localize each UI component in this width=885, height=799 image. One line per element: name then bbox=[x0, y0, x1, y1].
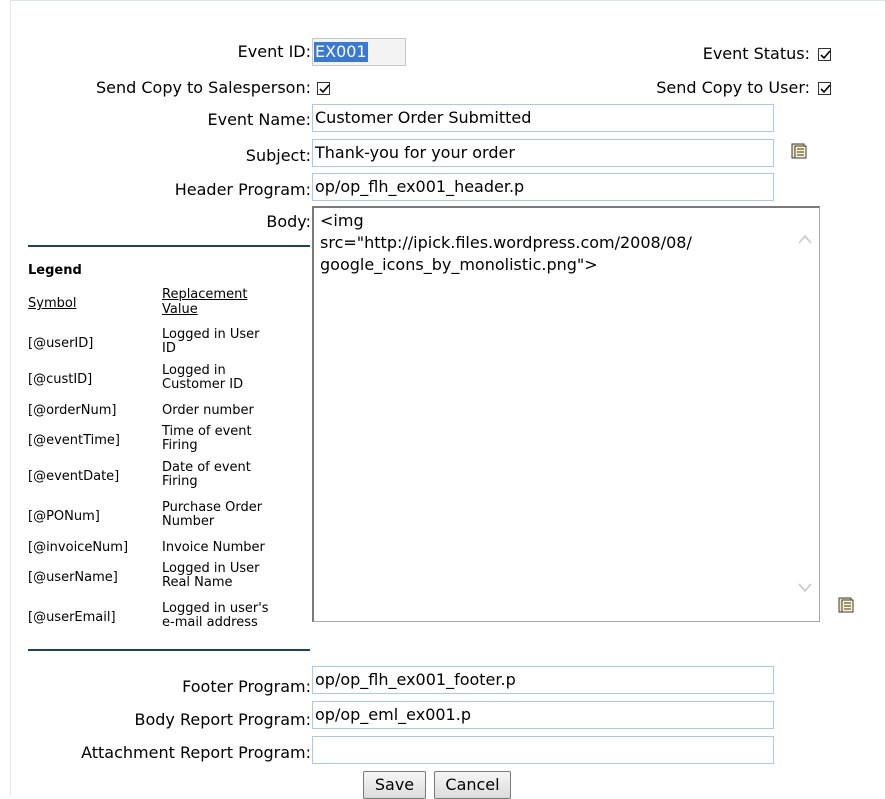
event-status-checkbox[interactable] bbox=[818, 48, 831, 61]
body-label: Body: bbox=[266, 212, 311, 231]
legend-value-line1: Date of event bbox=[162, 460, 251, 475]
attachment-report-program-label: Attachment Report Program: bbox=[81, 743, 311, 762]
scroll-down-icon[interactable] bbox=[797, 583, 813, 593]
send-copy-salesperson-checkbox[interactable] bbox=[317, 82, 330, 95]
footer-program-input[interactable]: op/op_flh_ex001_footer.p bbox=[312, 666, 774, 694]
legend-bottom-separator bbox=[28, 649, 310, 651]
legend-value-line2: Number bbox=[162, 514, 215, 529]
send-copy-user-checkbox[interactable] bbox=[818, 82, 831, 95]
legend-value-line1: Time of event bbox=[162, 424, 252, 439]
legend-value-line2: Real Name bbox=[162, 575, 233, 590]
legend-symbol: [@eventDate] bbox=[28, 469, 120, 484]
checkmark-icon bbox=[319, 84, 330, 94]
edit-document-icon[interactable] bbox=[838, 597, 854, 613]
body-report-program-input[interactable]: op/op_eml_ex001.p bbox=[312, 701, 774, 729]
legend-symbol-header: Symbol bbox=[28, 296, 77, 311]
header-program-input[interactable]: op/op_flh_ex001_header.p bbox=[312, 173, 774, 201]
legend-value-line2: Firing bbox=[162, 474, 198, 489]
legend-value-line2: Firing bbox=[162, 438, 198, 453]
scroll-up-icon[interactable] bbox=[797, 234, 813, 244]
left-border bbox=[10, 0, 11, 795]
top-border bbox=[10, 0, 885, 1]
event-name-label: Event Name: bbox=[207, 110, 311, 129]
send-copy-salesperson-label: Send Copy to Salesperson: bbox=[95, 78, 311, 97]
legend-symbol: [@userID] bbox=[28, 336, 94, 351]
legend-symbol: [@eventTime] bbox=[28, 433, 120, 448]
edit-document-icon[interactable] bbox=[791, 143, 807, 159]
header-program-label: Header Program: bbox=[174, 180, 311, 199]
body-report-program-label: Body Report Program: bbox=[134, 710, 312, 729]
footer-program-label: Footer Program: bbox=[182, 677, 311, 696]
legend-value-line1: Logged in bbox=[162, 363, 226, 378]
legend-symbol: [@orderNum] bbox=[28, 403, 117, 418]
legend-value-line2: ID bbox=[162, 341, 176, 356]
event-name-input[interactable]: Customer Order Submitted bbox=[312, 104, 774, 132]
subject-input[interactable]: Thank-you for your order bbox=[312, 139, 774, 167]
legend-top-separator bbox=[28, 245, 310, 247]
legend-symbol: [@PONum] bbox=[28, 509, 100, 524]
event-status-label: Event Status: bbox=[702, 44, 810, 63]
legend-replacement-header-2: Value bbox=[162, 302, 198, 317]
checkmark-icon bbox=[820, 84, 831, 94]
subject-label: Subject: bbox=[245, 146, 311, 165]
legend-value-line1: Logged in User bbox=[162, 561, 260, 576]
body-text: <img src="http://ipick.files.wordpress.c… bbox=[320, 211, 692, 274]
legend-title: Legend bbox=[28, 263, 82, 278]
legend-value-line1: Invoice Number bbox=[162, 540, 265, 555]
legend-value-line2: e-mail address bbox=[162, 615, 258, 630]
event-id-value: EX001 bbox=[314, 42, 368, 62]
body-textarea[interactable]: <img src="http://ipick.files.wordpress.c… bbox=[312, 206, 820, 622]
event-id-label: Event ID: bbox=[237, 42, 311, 61]
legend-value-line1: Logged in user's bbox=[162, 601, 269, 616]
legend-value-line1: Purchase Order bbox=[162, 500, 263, 515]
send-copy-user-label: Send Copy to User: bbox=[656, 78, 810, 97]
checkmark-icon bbox=[820, 50, 831, 60]
legend-symbol: [@userName] bbox=[28, 570, 118, 585]
legend-replacement-header-1: Replacement bbox=[162, 287, 248, 302]
event-id-field[interactable]: EX001 bbox=[312, 38, 406, 66]
legend-symbol: [@userEmail] bbox=[28, 610, 116, 625]
legend-value-line2: Customer ID bbox=[162, 377, 244, 392]
legend-symbol: [@custID] bbox=[28, 372, 93, 387]
attachment-report-program-input[interactable] bbox=[312, 736, 774, 764]
legend-symbol: [@invoiceNum] bbox=[28, 540, 129, 555]
legend-value-line1: Order number bbox=[162, 403, 254, 418]
legend-value-line1: Logged in User bbox=[162, 327, 260, 342]
